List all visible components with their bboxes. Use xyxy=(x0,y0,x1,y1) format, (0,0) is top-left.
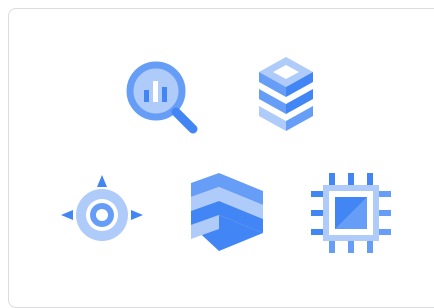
compute-engine-icon xyxy=(309,171,393,255)
cloud-sql-icon xyxy=(255,53,317,135)
artifact-registry-icon xyxy=(59,173,145,243)
cloud-build-icon xyxy=(187,171,267,255)
product-icons-card xyxy=(8,8,434,308)
bigquery-icon xyxy=(123,57,205,139)
